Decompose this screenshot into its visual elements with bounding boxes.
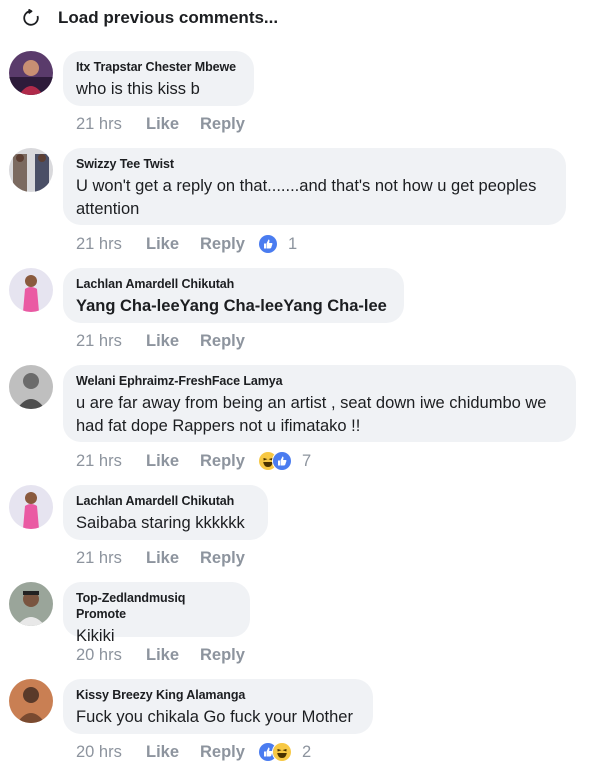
comment-actions: 21 hrs Like Reply xyxy=(76,113,258,135)
reply-button[interactable]: Reply xyxy=(200,235,258,254)
avatar[interactable] xyxy=(9,365,53,409)
refresh-icon xyxy=(22,8,40,27)
reaction-count: 1 xyxy=(288,234,298,253)
like-button[interactable]: Like xyxy=(146,235,200,254)
comment-actions: 20 hrs Like Reply xyxy=(76,644,258,666)
comment-author[interactable]: Top-Zedlandmusiq Promote xyxy=(76,590,236,622)
comment-bubble: Swizzy Tee Twist U won't get a reply on … xyxy=(63,148,566,225)
comment-timestamp[interactable]: 21 hrs xyxy=(76,332,146,351)
reply-button[interactable]: Reply xyxy=(200,332,258,351)
comment-actions: 21 hrs Like Reply xyxy=(76,547,258,569)
like-button[interactable]: Like xyxy=(146,646,200,665)
reply-button[interactable]: Reply xyxy=(200,115,258,134)
reactions[interactable]: 2 xyxy=(258,742,311,762)
comment-bubble: Lachlan Amardell Chikutah Yang Cha-leeYa… xyxy=(63,268,404,323)
reply-button[interactable]: Reply xyxy=(200,549,258,568)
haha-icon xyxy=(272,742,292,762)
like-icon xyxy=(272,451,292,471)
comment-author[interactable]: Lachlan Amardell Chikutah xyxy=(76,493,254,509)
avatar[interactable] xyxy=(9,679,53,723)
like-button[interactable]: Like xyxy=(146,115,200,134)
comment-text: u are far away from being an artist , se… xyxy=(76,394,547,435)
like-button[interactable]: Like xyxy=(146,332,200,351)
reaction-count: 2 xyxy=(302,742,312,761)
comment-author[interactable]: Swizzy Tee Twist xyxy=(76,156,552,172)
comment-actions: 21 hrs Like Reply 1 xyxy=(76,233,297,255)
reply-button[interactable]: Reply xyxy=(200,646,258,665)
like-button[interactable]: Like xyxy=(146,549,200,568)
comment-timestamp[interactable]: 20 hrs xyxy=(76,646,146,665)
like-button[interactable]: Like xyxy=(146,743,200,762)
comment-bubble: Kissy Breezy King Alamanga Fuck you chik… xyxy=(63,679,373,734)
comment-bubble: Top-Zedlandmusiq Promote Kikiki xyxy=(63,582,250,645)
comment-author[interactable]: Welani Ephraimz-FreshFace Lamya xyxy=(76,373,562,389)
comment-bubble: Lachlan Amardell Chikutah Saibaba starin… xyxy=(63,485,268,540)
comment-actions: 20 hrs Like Reply 2 xyxy=(76,741,311,763)
load-previous-comments[interactable]: Load previous comments... xyxy=(22,5,278,31)
comment-actions: 21 hrs Like Reply 7 xyxy=(76,450,311,472)
reply-button[interactable]: Reply xyxy=(200,452,258,471)
comment-author[interactable]: Kissy Breezy King Alamanga xyxy=(76,687,359,703)
comment-author[interactable]: Itx Trapstar Chester Mbewe xyxy=(76,59,240,75)
avatar[interactable] xyxy=(9,485,53,529)
comment-timestamp[interactable]: 21 hrs xyxy=(76,452,146,471)
avatar[interactable] xyxy=(9,268,53,312)
comment-actions: 21 hrs Like Reply xyxy=(76,330,258,352)
load-previous-label: Load previous comments... xyxy=(58,8,279,27)
comment-text: Fuck you chikala Go fuck your Mother xyxy=(76,708,353,726)
reply-button[interactable]: Reply xyxy=(200,743,258,762)
comment-timestamp[interactable]: 21 hrs xyxy=(76,115,146,134)
reaction-count: 7 xyxy=(302,451,312,470)
comment-bubble: Welani Ephraimz-FreshFace Lamya u are fa… xyxy=(63,365,576,442)
like-button[interactable]: Like xyxy=(146,452,200,471)
avatar[interactable] xyxy=(9,148,53,192)
comment-text: Yang Cha-leeYang Cha-leeYang Cha-lee xyxy=(76,297,387,315)
comment-author[interactable]: Lachlan Amardell Chikutah xyxy=(76,276,390,292)
comment-text: Saibaba staring kkkkkk xyxy=(76,514,245,532)
reactions[interactable]: 1 xyxy=(258,234,297,254)
avatar[interactable] xyxy=(9,582,53,626)
comment-text: U won't get a reply on that.......and th… xyxy=(76,177,537,218)
comment-timestamp[interactable]: 21 hrs xyxy=(76,549,146,568)
reactions[interactable]: 7 xyxy=(258,451,311,471)
avatar[interactable] xyxy=(9,51,53,95)
comment-bubble: Itx Trapstar Chester Mbewe who is this k… xyxy=(63,51,254,106)
like-icon xyxy=(258,234,278,254)
comment-text: who is this kiss b xyxy=(76,80,200,98)
comment-timestamp[interactable]: 20 hrs xyxy=(76,743,146,762)
comment-timestamp[interactable]: 21 hrs xyxy=(76,235,146,254)
